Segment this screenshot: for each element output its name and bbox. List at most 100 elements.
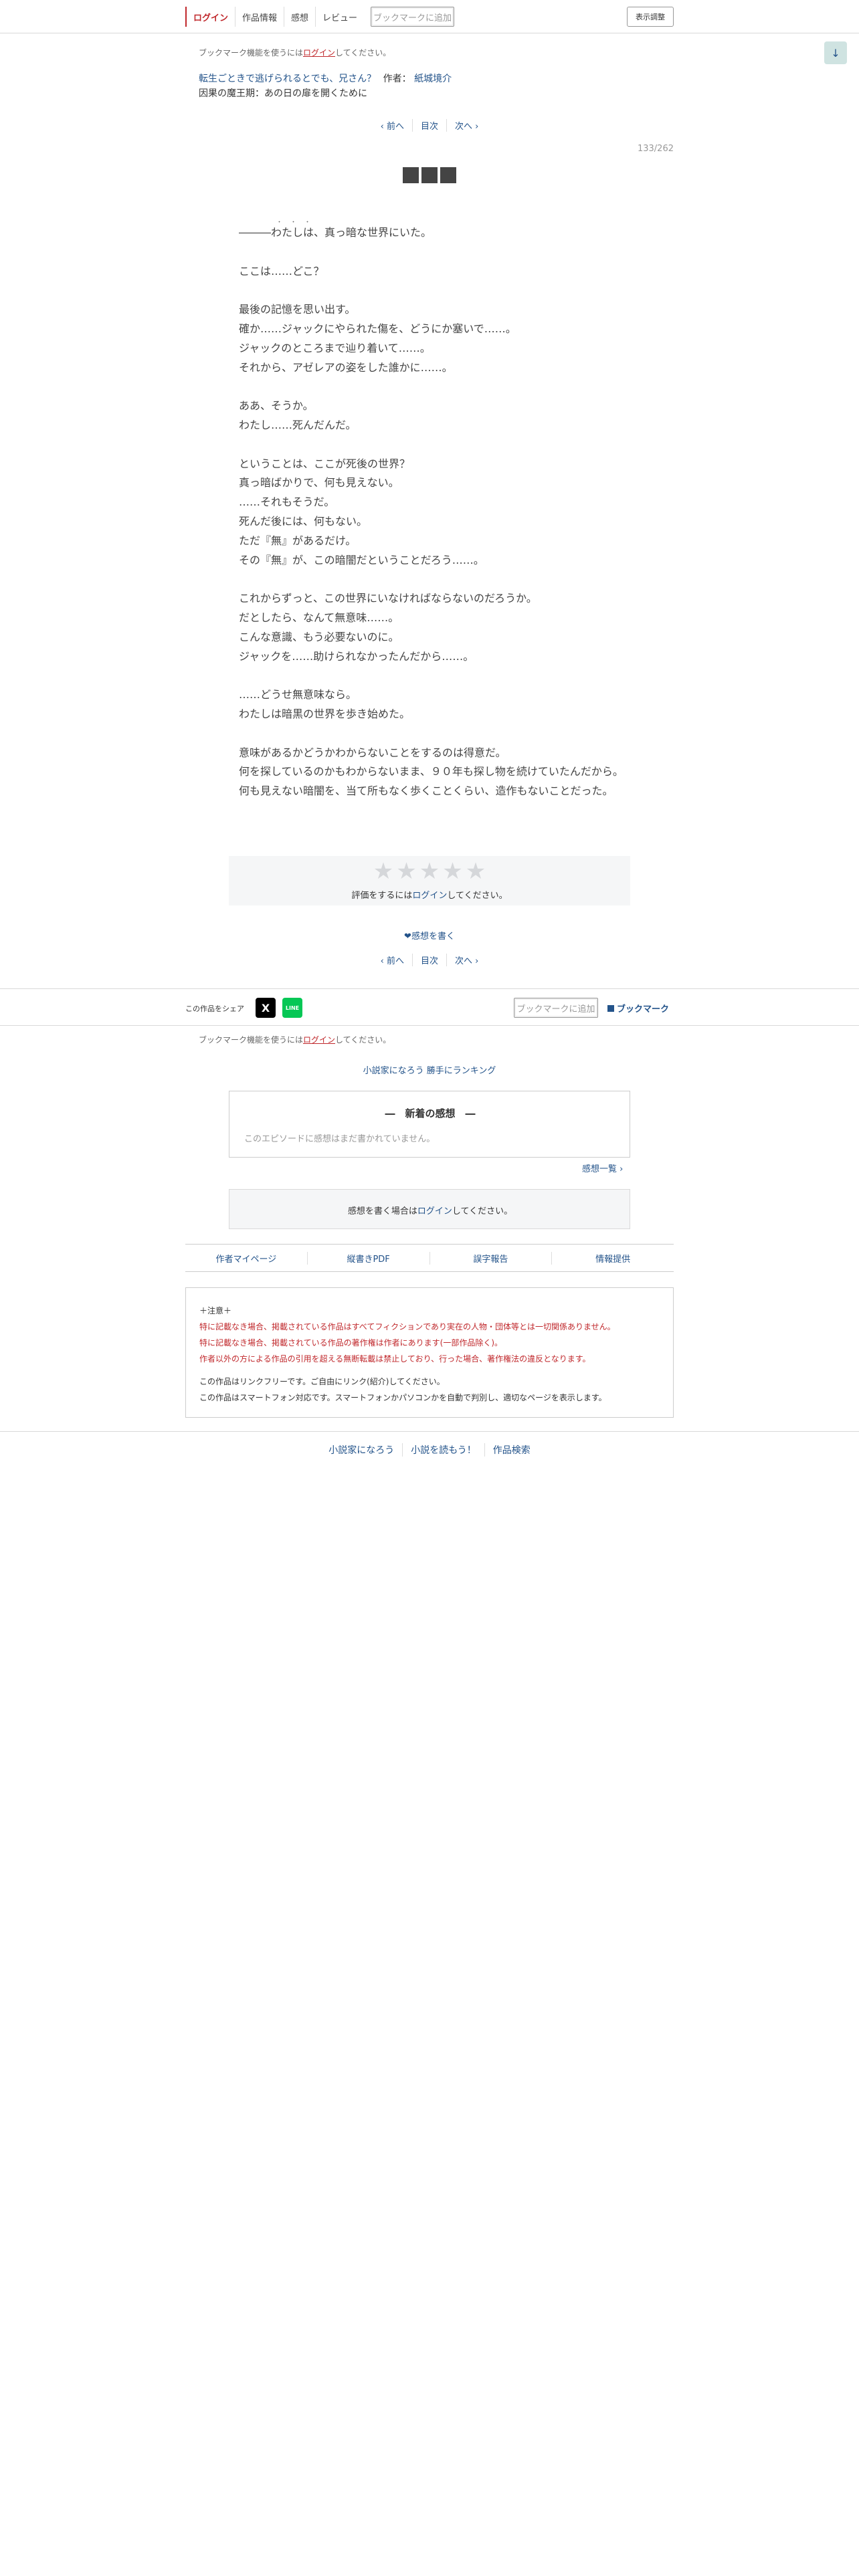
series-info: 転生ごときで逃げられるとでも、兄さん？ 作者： 紙城境介	[199, 72, 452, 85]
next-link-bottom[interactable]: 次へ ›	[446, 954, 486, 966]
nav-recommendations[interactable]: レビュー	[315, 7, 364, 27]
body-line: 確か……ジャックにやられた傷を、どうにか塞いで……。	[239, 322, 516, 335]
new-reviews-title: ― 新着の感想 ―	[385, 1107, 476, 1119]
author-link[interactable]: 紙城境介	[414, 74, 452, 84]
rating-star-icon[interactable]: ★	[373, 860, 393, 883]
add-bookmark-button[interactable]: ブックマークに追加	[371, 7, 455, 27]
body-line: その『無』が、この暗闇だということだろう……。	[239, 553, 484, 566]
title-block	[403, 167, 419, 183]
rating-note-end: してください。	[447, 891, 508, 901]
write-review-link[interactable]: ❤感想を書く	[185, 929, 674, 942]
share-add-bookmark-button[interactable]: ブックマークに追加	[514, 998, 598, 1018]
next-link[interactable]: 次へ ›	[446, 119, 486, 132]
bookmark-login-note: ブックマーク機能を使うにはログインしてください。	[199, 47, 391, 58]
body-line: ただ『無』があるだけ。	[239, 534, 357, 547]
body-line	[239, 666, 640, 685]
notice-linkfree: この作品はリンクフリーです。ご自由にリンク(紹介)してください。	[199, 1377, 445, 1386]
body-line	[239, 281, 640, 300]
series-title-link[interactable]: 転生ごときで逃げられるとでも、兄さん？	[199, 74, 376, 84]
prev-link-bottom[interactable]: ‹ 前へ	[373, 954, 412, 966]
login-to-review-box: 感想を書く場合はログインしてください。	[229, 1189, 630, 1229]
info-provide-link[interactable]: 情報提供	[551, 1251, 674, 1265]
display-settings-button[interactable]: 表示調整	[627, 7, 674, 27]
scroll-down-icon[interactable]: ↓	[824, 41, 847, 64]
prev-link[interactable]: ‹ 前へ	[373, 119, 412, 132]
body-line	[239, 435, 640, 455]
body-line	[239, 377, 640, 397]
episode-body: ―――わたしは、真っ暗な世界にいた。 ここは……どこ？ 最後の記憶を思い出す。確…	[239, 223, 640, 801]
body-line: こんな意識、もう必要ないのに。	[239, 630, 399, 643]
notice-line: 特に記載なき場合、掲載されている作品の著作権は作者にあります(一部作品除く)。	[199, 1338, 503, 1348]
note-login-link-bottom[interactable]: ログイン	[303, 1035, 335, 1045]
author-label: 作者：	[383, 74, 411, 84]
top-nav-inner: ログイン 作品情報 感想 レビュー ブックマークに追加 表示調整	[185, 0, 674, 33]
chapter-title-blocks	[185, 167, 674, 183]
footer-link-search[interactable]: 作品検索	[484, 1442, 539, 1457]
notice-smartphone: この作品はスマートフォン対応です。スマートフォンかパソコンかを自動で判別し、適切…	[199, 1393, 607, 1402]
footer-link-yomou[interactable]: 小説を読もう！	[402, 1442, 484, 1457]
pager-bottom: ‹ 前へ 目次 次へ ›	[185, 954, 674, 966]
body-line: わたしは暗黒の世界を歩き始めた。	[239, 707, 411, 720]
line-share-icon[interactable]: LINE	[282, 998, 302, 1018]
rating-star-icon[interactable]: ★	[396, 860, 416, 883]
typo-report-link[interactable]: 誤字報告	[429, 1251, 552, 1265]
body-line: ここは……どこ？	[239, 264, 324, 278]
note-text-end: してください。	[335, 48, 391, 58]
body-line: わたし……死んだんだ。	[239, 418, 357, 431]
body-line: 意味があるかどうかわからないことをするのは得意だ。	[239, 746, 506, 759]
note-text: ブックマーク機能を使うには	[199, 48, 304, 58]
reviews-list-link[interactable]: 感想一覧 ›	[582, 1162, 623, 1174]
nav-reviews[interactable]: 感想	[284, 7, 315, 27]
ranking-link[interactable]: 小説家になろう 勝手にランキング	[185, 1063, 674, 1076]
note-text-bottom: ブックマーク機能を使うには	[199, 1035, 304, 1045]
body-line: 死んだ後には、何もない。	[239, 514, 368, 528]
toc-link-bottom[interactable]: 目次	[411, 954, 446, 966]
login-review-end: してください。	[452, 1206, 513, 1216]
body-line: ああ、そうか。	[239, 399, 314, 413]
body-line: 何も見えない暗闇を、当て所もなく歩くことくらい、造作もないことだった。	[239, 784, 613, 798]
title-block	[440, 167, 456, 183]
body-line: 最後の記憶を思い出す。	[239, 303, 356, 316]
rating-star-icon[interactable]: ★	[442, 860, 462, 883]
rating-note: 評価をするにはログインしてください。	[229, 888, 630, 901]
nav-work-info[interactable]: 作品情報	[235, 7, 284, 27]
reviews-empty-text: このエピソードに感想はまだ書かれていません。	[244, 1134, 436, 1144]
nav-login[interactable]: ログイン	[185, 7, 235, 27]
title-block	[421, 167, 438, 183]
rating-note-text: 評価をするには	[351, 891, 413, 901]
work-links-row: 作者マイページ 縦書きPDF 誤字報告 情報提供	[185, 1244, 674, 1272]
rating-star-icon[interactable]: ★	[419, 860, 440, 883]
bookmark-login-note-bottom: ブックマーク機能を使うにはログインしてください。	[199, 1034, 391, 1045]
body-line: ジャックのところまで辿り着いて……。	[239, 341, 431, 354]
rating-box: ★ ★ ★ ★ ★ 評価をするにはログインしてください。	[229, 856, 630, 905]
body-line: 何を探しているのかもわからないまま、９０年も探し物を続けていたんだから。	[239, 765, 624, 778]
share-bar: この作品をシェア X LINE ブックマークに追加 ブックマーク	[0, 988, 859, 1026]
rating-login-link[interactable]: ログイン	[412, 891, 447, 901]
body-line	[239, 243, 640, 262]
body-line: ……それもそうだ。	[239, 496, 335, 509]
note-login-link[interactable]: ログイン	[303, 48, 335, 58]
body-line: ということは、ここが死後の世界？	[239, 457, 411, 470]
footer-link-narou[interactable]: 小説家になろう	[320, 1443, 402, 1457]
body-line: だとしたら、なんて無意味……。	[239, 611, 399, 624]
body-line: これからずっと、この世界にいなければならないのだろうか。	[239, 592, 537, 605]
bookmark-label: ブックマーク	[617, 1004, 670, 1014]
body-line: ジャックを……助けられなかったんだから……。	[239, 649, 474, 663]
note-text-end-bottom: してください。	[335, 1035, 391, 1045]
body-line: それから、アゼレアの姿をした誰かに……。	[239, 360, 453, 374]
vertical-pdf-link[interactable]: 縦書きPDF	[306, 1251, 430, 1265]
login-review-link[interactable]: ログイン	[417, 1206, 452, 1216]
share-label: この作品をシェア	[185, 1004, 244, 1013]
footer: 小説家になろう 小説を読もう！ 作品検索	[0, 1431, 859, 1467]
author-mypage-link[interactable]: 作者マイページ	[185, 1252, 307, 1265]
pager-top: ‹ 前へ 目次 次へ ›	[185, 119, 674, 132]
bookmark-button[interactable]: ブックマーク	[607, 1002, 669, 1014]
notice-line: 作者以外の方による作品の引用を超える無断転載は禁止しており、行った場合、著作権法…	[199, 1354, 591, 1364]
body-line: ―――わたしは、真っ暗な世界にいた。	[239, 226, 432, 239]
x-share-icon[interactable]: X	[256, 998, 276, 1018]
rating-star-icon[interactable]: ★	[466, 860, 486, 883]
body-line	[239, 570, 640, 589]
toc-link[interactable]: 目次	[411, 119, 446, 132]
body-line: 真っ暗ばかりで、何も見えない。	[239, 476, 399, 490]
notice-box: ＋注意＋ 特に記載なき場合、掲載されている作品はすべてフィクションであり実在の人…	[185, 1287, 674, 1418]
